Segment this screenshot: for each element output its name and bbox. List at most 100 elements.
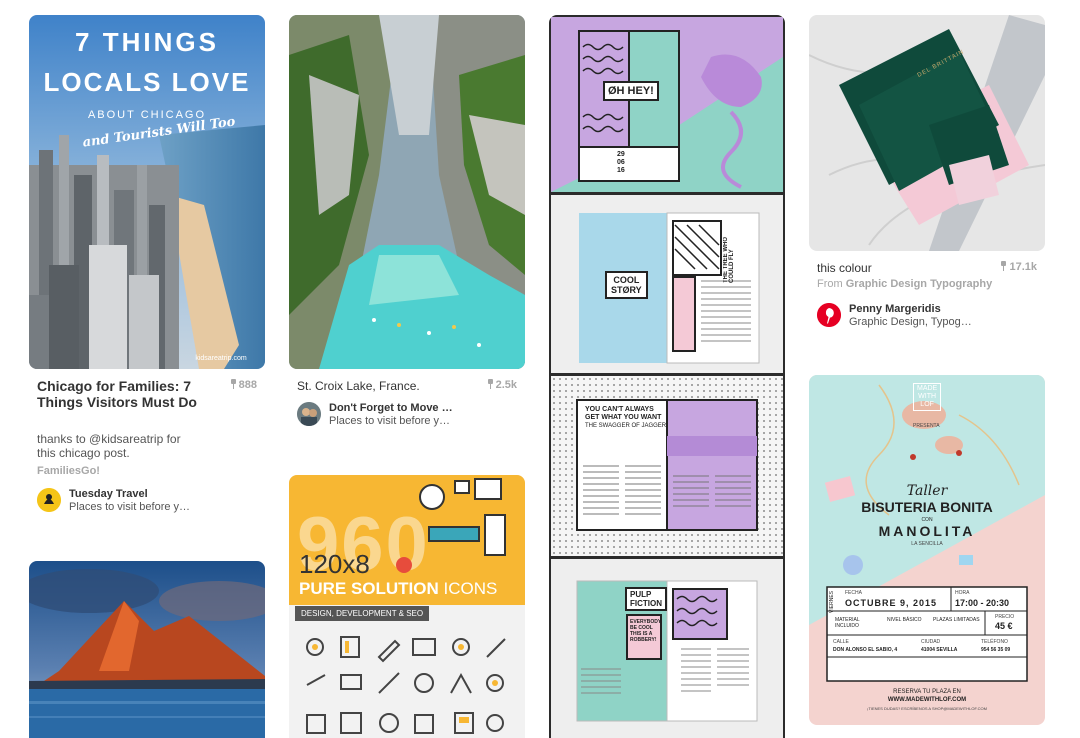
limited-places: PLAZAS LIMITADAS bbox=[933, 617, 980, 623]
pin-image[interactable]: 7 THINGS LOCALS LOVE ABOUT CHICAGO and T… bbox=[29, 15, 265, 369]
pin-source[interactable]: FamiliesGo! bbox=[37, 465, 100, 477]
collage-panel-4-art bbox=[576, 580, 758, 722]
image-headline-1: 7 THINGS bbox=[75, 27, 219, 57]
save-count-value: 17.1k bbox=[1009, 261, 1037, 273]
avatar[interactable] bbox=[37, 488, 61, 512]
pin-icon-pack[interactable]: 960 120x8 PURE SOLUTION ICONS DESIGN, DE… bbox=[289, 475, 525, 738]
event-date-label: FECHA bbox=[845, 590, 862, 596]
user-avatar-icon bbox=[297, 402, 321, 426]
cool-story-line2: STØRY bbox=[611, 285, 642, 295]
material-included: MATERIAL INCLUIDO bbox=[835, 617, 860, 629]
pin-source[interactable]: From Graphic Design Typography bbox=[817, 278, 992, 290]
user-name[interactable]: Don't Forget to Move … bbox=[329, 402, 453, 414]
user-name[interactable]: Tuesday Travel bbox=[69, 488, 148, 500]
issue-date-month: 06 bbox=[617, 159, 625, 166]
pin-title[interactable]: this colour bbox=[817, 260, 987, 276]
save-count: 17.1k bbox=[1000, 261, 1037, 273]
source-name[interactable]: Graphic Design Typography bbox=[846, 278, 993, 290]
reserve-line1: RESERVA TU PLAZA EN bbox=[893, 689, 961, 695]
collage-panel-2-art bbox=[579, 212, 760, 364]
cool-story-badge: COOL STØRY bbox=[605, 271, 648, 299]
pin-chicago[interactable]: 7 THINGS LOCALS LOVE ABOUT CHICAGO and T… bbox=[29, 15, 265, 515]
icon-pack-illustration bbox=[306, 478, 506, 734]
price-label: PRECIO bbox=[995, 614, 1015, 620]
user-name[interactable]: Penny Margeridis bbox=[849, 303, 941, 315]
image-credit: kidsareatrip.com bbox=[195, 355, 247, 362]
event-time: 17:00 - 20:30 bbox=[955, 598, 1010, 608]
phone: 954 56 35 09 bbox=[981, 647, 1011, 653]
reserve-url: WWW.MADEWITHLOF.COM bbox=[887, 697, 967, 703]
save-count: 888 bbox=[230, 379, 257, 391]
pin-image[interactable]: MADE WITH LOF PRESENTA Taller BISUTERIA BO… bbox=[809, 375, 1045, 725]
save-count-value: 2.5k bbox=[495, 379, 517, 391]
collage-panel-2: COOL STØRY THE TREE WHO COULD FLY bbox=[551, 195, 783, 373]
save-count: 2.5k bbox=[487, 379, 517, 391]
pulp-fiction-line2: FICTION bbox=[630, 599, 662, 608]
pin-title[interactable]: Chicago for Families: 7 Things Visitors … bbox=[37, 378, 207, 410]
avatar[interactable] bbox=[297, 402, 321, 426]
want-headline-line2: GET WHAT YOU WANT bbox=[585, 414, 662, 421]
avatar[interactable] bbox=[817, 303, 841, 327]
made-with-lof-logo: MADE WITH LOF bbox=[913, 383, 942, 411]
user-avatar-icon bbox=[37, 488, 61, 512]
logo-line3: LOF bbox=[920, 401, 934, 408]
issue-date-year: 16 bbox=[617, 167, 625, 174]
pin-attribution[interactable]: Don't Forget to Move … Places to visit b… bbox=[297, 402, 517, 428]
city-label: CIUDAD bbox=[921, 639, 941, 645]
phone-label: TELÉFONO bbox=[981, 639, 1008, 645]
cool-story-line1: COOL bbox=[613, 275, 640, 285]
collage-panel-1-art bbox=[551, 17, 783, 192]
collage-panel-3-art bbox=[551, 376, 783, 556]
mountain-photo bbox=[29, 561, 265, 738]
logo-line2: WITH bbox=[918, 393, 937, 400]
taller-label: Taller bbox=[906, 483, 948, 499]
board-name[interactable]: Graphic Design, Typog… bbox=[849, 316, 972, 328]
reserve-contact: ¡TIENES DUDAS? ESCRÍBENOS A SHOP@MADEWIT… bbox=[867, 706, 987, 711]
pin-image[interactable] bbox=[289, 15, 525, 369]
robbery-text: EVERYBODY BE COOL THIS IS A ROBBERY! bbox=[630, 619, 662, 643]
pin-attribution[interactable]: Tuesday Travel Places to visit before y… bbox=[37, 488, 257, 514]
board-name[interactable]: Places to visit before y… bbox=[69, 501, 190, 513]
save-count-value: 888 bbox=[238, 379, 257, 391]
pin-title[interactable]: St. Croix Lake, France. bbox=[297, 378, 467, 394]
pin-image[interactable]: 960 120x8 PURE SOLUTION ICONS DESIGN, DE… bbox=[289, 475, 525, 738]
street: DON ALONSO EL SABIO, 4 bbox=[833, 647, 898, 653]
issue-date-day: 29 bbox=[617, 151, 625, 158]
want-headline: YOU CAN'T ALWAYS GET WHAT YOU WANT THE SWA… bbox=[585, 406, 667, 430]
city: 41004 SEVILLA bbox=[921, 647, 958, 653]
collage-panel-3: YOU CAN'T ALWAYS GET WHAT YOU WANT THE SWA… bbox=[551, 376, 783, 556]
presenta-label: PRESENTA bbox=[913, 423, 940, 429]
collage-panel-1: ØH HEY! 29 06 16 bbox=[551, 17, 783, 192]
pin-taller-bisuteria[interactable]: MADE WITH LOF PRESENTA Taller BISUTERIA BO… bbox=[809, 375, 1045, 730]
lake-photo bbox=[289, 15, 525, 369]
source-prefix: From bbox=[817, 278, 843, 290]
event-date: OCTUBRE 9, 2015 bbox=[845, 598, 938, 608]
hey-badge: ØH HEY! bbox=[603, 81, 659, 101]
board-name[interactable]: Places to visit before y… bbox=[329, 415, 450, 427]
pin-image[interactable]: DEL BRITTAIN bbox=[809, 15, 1045, 251]
pin-magazine-layouts[interactable]: ØH HEY! 29 06 16 COOL STØRY THE TREE WHO CO… bbox=[549, 15, 785, 738]
event-time-label: HORA bbox=[955, 590, 970, 596]
image-headline-2: LOCALS LOVE bbox=[43, 67, 251, 97]
price: 45 € bbox=[995, 621, 1013, 631]
pinterest-logo-icon bbox=[817, 303, 841, 327]
want-headline-line1: YOU CAN'T ALWAYS bbox=[585, 406, 654, 413]
collage-panel-4: PULP FICTION EVERYBODY BE COOL THIS IS A … bbox=[551, 559, 783, 738]
pin-this-colour[interactable]: DEL BRITTAIN this colour 17.1k From Grap… bbox=[809, 15, 1045, 335]
pin-description: thanks to @kidsareatrip for this chicago… bbox=[37, 432, 181, 460]
level-basic: NIVEL BÁSICO bbox=[887, 617, 922, 623]
pin-mountain[interactable] bbox=[29, 561, 265, 738]
event-title: BISUTERIA BONITA bbox=[861, 499, 993, 515]
envelopes-photo bbox=[809, 15, 1045, 251]
pulp-fiction-badge: PULP FICTION bbox=[625, 587, 667, 611]
tree-headline: THE TREE WHO COULD FLY bbox=[723, 237, 735, 283]
pulp-fiction-line1: PULP bbox=[630, 590, 652, 599]
street-label: CALLE bbox=[833, 639, 849, 645]
pin-image[interactable]: ØH HEY! 29 06 16 COOL STØRY THE TREE WHO CO… bbox=[549, 15, 785, 738]
pin-st-croix-lake[interactable]: St. Croix Lake, France. 2.5k Don't Forge… bbox=[289, 15, 525, 435]
pin-icon bbox=[487, 379, 494, 389]
pin-image[interactable] bbox=[29, 561, 265, 738]
pin-attribution[interactable]: Penny Margeridis Graphic Design, Typog… bbox=[817, 303, 1037, 329]
event-host: MANOLITA bbox=[878, 523, 976, 539]
issue-date: 29 06 16 bbox=[617, 151, 625, 175]
